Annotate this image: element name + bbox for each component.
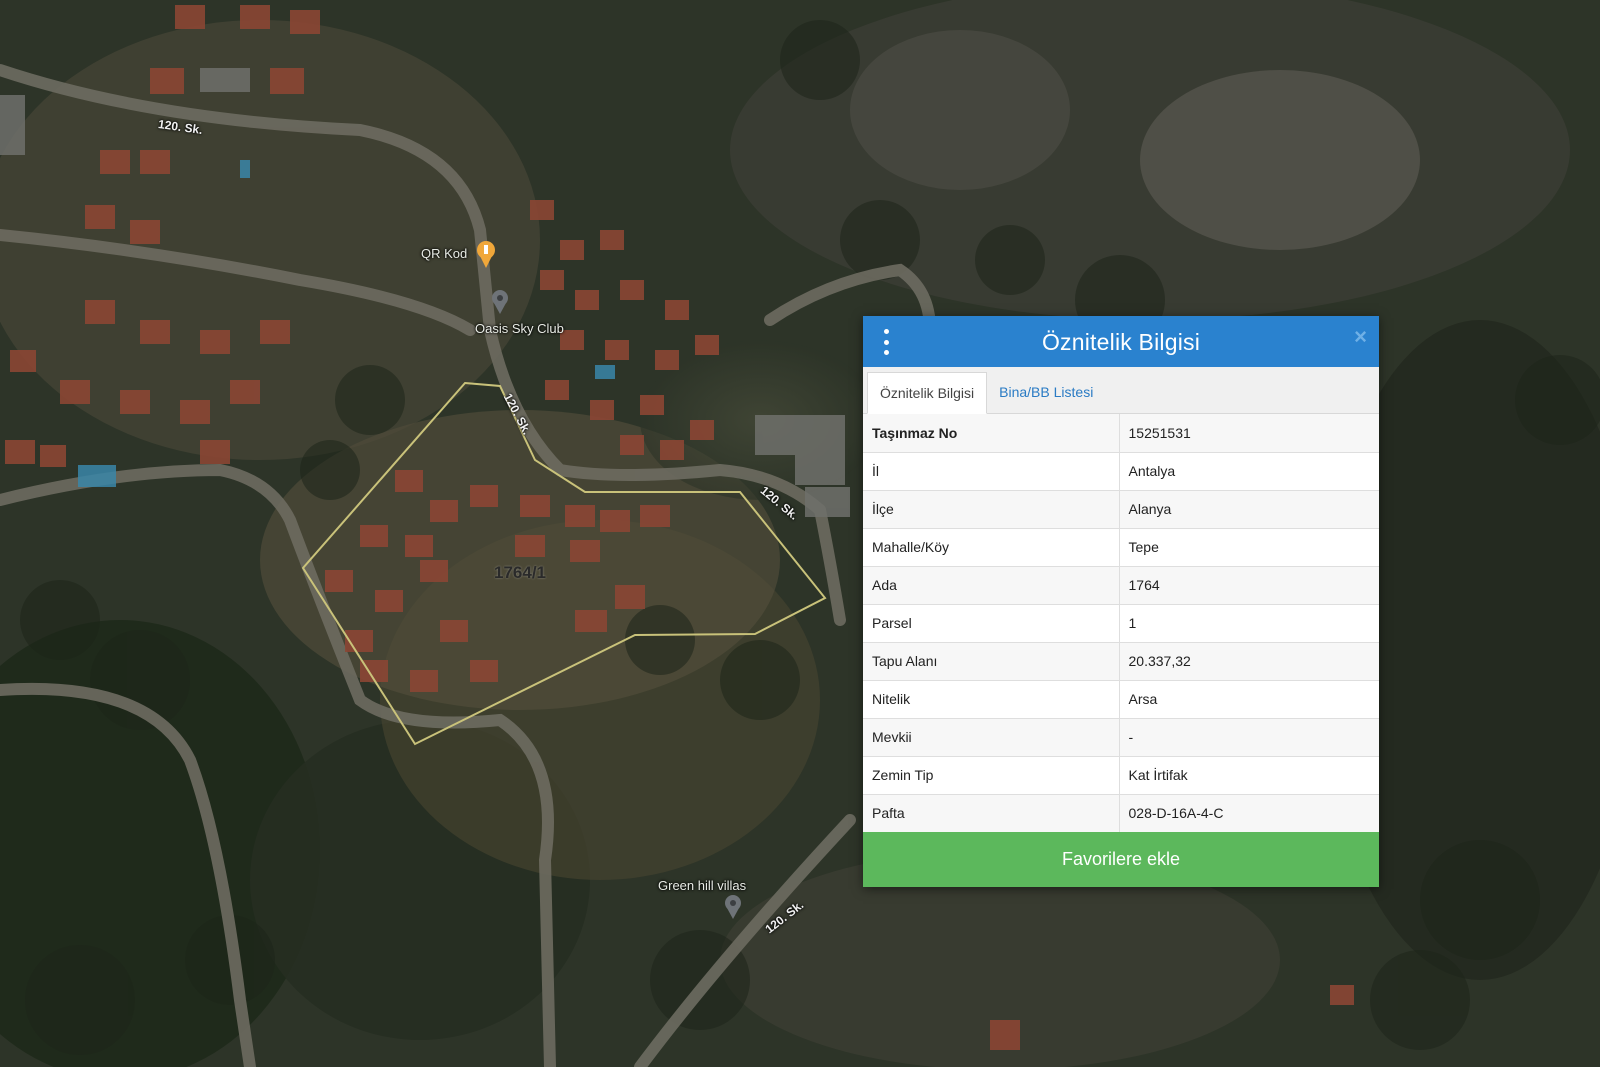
- table-row: Ada 1764: [863, 565, 1379, 604]
- row-value: -: [1119, 717, 1379, 756]
- poi-label-green-hill-villas[interactable]: Green hill villas: [658, 878, 746, 893]
- row-value: Alanya: [1119, 489, 1379, 528]
- vertical-ellipsis-icon[interactable]: [879, 329, 893, 355]
- table-row: Pafta 028-D-16A-4-C: [863, 793, 1379, 832]
- table-row: İlçe Alanya: [863, 489, 1379, 528]
- table-row: Tapu Alanı 20.337,32: [863, 641, 1379, 680]
- row-value: 1: [1119, 603, 1379, 642]
- table-row: Parsel 1: [863, 603, 1379, 642]
- row-value: Tepe: [1119, 527, 1379, 566]
- poi-label-qr-kod[interactable]: QR Kod: [421, 246, 467, 261]
- attribute-info-popup: Öznitelik Bilgisi × Öznitelik Bilgisi Bi…: [863, 316, 1379, 887]
- row-key: İl: [863, 451, 1120, 490]
- table-row: Mevkii -: [863, 717, 1379, 756]
- table-row: Zemin Tip Kat İrtifak: [863, 755, 1379, 794]
- table-row: Nitelik Arsa: [863, 679, 1379, 718]
- row-value: 1764: [1119, 565, 1379, 604]
- row-value: 028-D-16A-4-C: [1119, 793, 1379, 832]
- parcel-number-label: 1764/1: [494, 563, 546, 582]
- row-key: Taşınmaz No: [863, 414, 1120, 452]
- row-key: Mahalle/Köy: [863, 527, 1120, 566]
- row-value: Kat İrtifak: [1119, 755, 1379, 794]
- row-value: 15251531: [1119, 414, 1379, 452]
- row-key: Nitelik: [863, 679, 1120, 718]
- row-key: Ada: [863, 565, 1120, 604]
- row-key: İlçe: [863, 489, 1120, 528]
- tab-building-list[interactable]: Bina/BB Listesi: [987, 371, 1105, 413]
- attribute-table: Taşınmaz No 15251531 İl Antalya İlçe Ala…: [863, 414, 1379, 832]
- row-value: 20.337,32: [1119, 641, 1379, 680]
- row-value: Arsa: [1119, 679, 1379, 718]
- row-key: Zemin Tip: [863, 755, 1120, 794]
- table-row: İl Antalya: [863, 451, 1379, 490]
- tab-attribute-info[interactable]: Öznitelik Bilgisi: [867, 372, 988, 414]
- row-key: Parsel: [863, 603, 1120, 642]
- row-key: Pafta: [863, 793, 1120, 832]
- row-key: Mevkii: [863, 717, 1120, 756]
- row-key: Tapu Alanı: [863, 641, 1120, 680]
- popup-header: Öznitelik Bilgisi ×: [863, 316, 1379, 367]
- poi-label-oasis-sky-club[interactable]: Oasis Sky Club: [475, 321, 564, 336]
- table-row: Taşınmaz No 15251531: [863, 414, 1379, 452]
- add-to-favorites-button[interactable]: Favorilere ekle: [863, 832, 1379, 887]
- popup-tabs: Öznitelik Bilgisi Bina/BB Listesi: [863, 367, 1379, 414]
- close-icon[interactable]: ×: [1354, 326, 1367, 348]
- table-row: Mahalle/Köy Tepe: [863, 527, 1379, 566]
- row-value: Antalya: [1119, 451, 1379, 490]
- popup-title: Öznitelik Bilgisi: [1041, 329, 1201, 355]
